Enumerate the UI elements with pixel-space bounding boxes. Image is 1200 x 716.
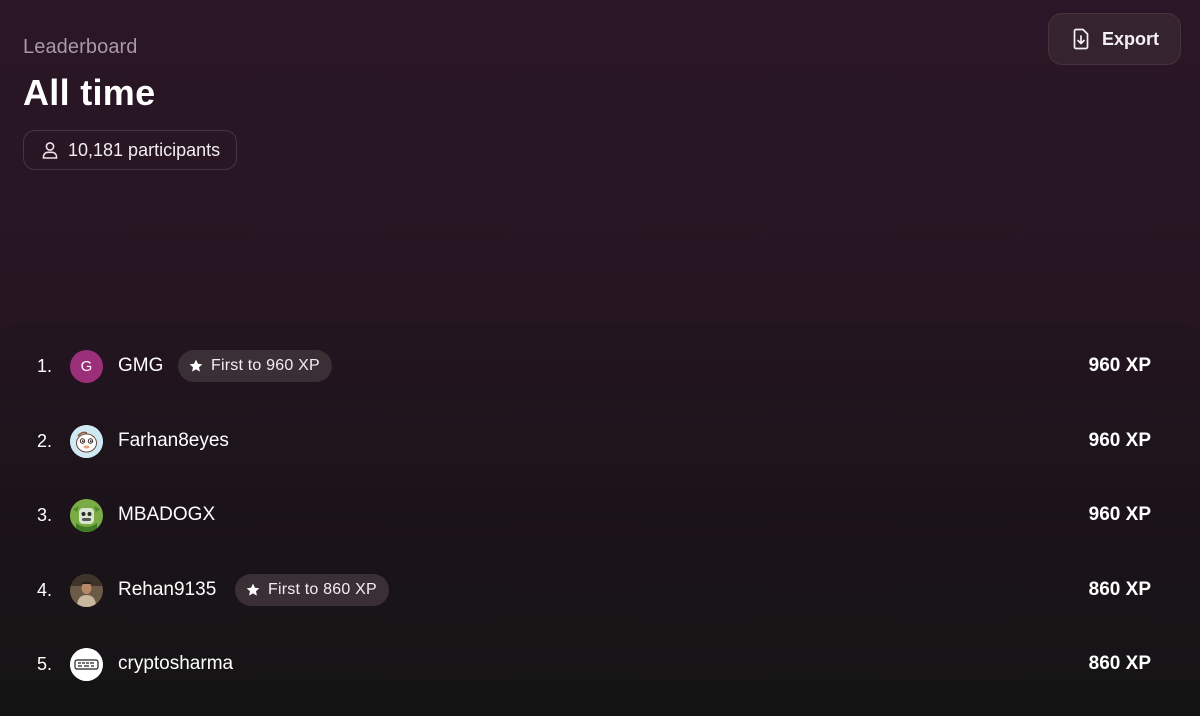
- user-icon: [40, 140, 60, 160]
- avatar: [70, 498, 103, 532]
- leaderboard-list: 1. G GMG First to 960 XP 960 XP 2. Farha…: [0, 322, 1200, 716]
- username[interactable]: GMG: [118, 355, 163, 377]
- achievement-badge: First to 860 XP: [235, 574, 389, 606]
- xp-value: 860 XP: [1088, 579, 1151, 600]
- avatar: [70, 573, 103, 607]
- page-title: All time: [23, 72, 156, 113]
- xp-value: 860 XP: [1088, 653, 1151, 674]
- file-download-icon: [1070, 28, 1092, 50]
- achievement-badge: First to 960 XP: [178, 350, 332, 382]
- leaderboard-row[interactable]: 4. Rehan9135 First to 860 XP 860 XP: [0, 553, 1200, 627]
- star-icon: [245, 582, 261, 598]
- xp-value: 960 XP: [1088, 355, 1151, 376]
- badge-label: First to 960 XP: [211, 357, 320, 374]
- leaderboard-row[interactable]: 3. MBADOGX 960 XP: [0, 478, 1200, 552]
- rank-number: 3.: [37, 504, 53, 525]
- leaderboard-row[interactable]: 2. Farhan8eyes 960 XP: [0, 404, 1200, 478]
- badge-label: First to 860 XP: [268, 581, 377, 598]
- leaderboard-row[interactable]: 5. cryptosharma 860 XP: [0, 627, 1200, 701]
- star-icon: [188, 358, 204, 374]
- page-subtitle: Leaderboard: [23, 36, 138, 58]
- export-label: Export: [1101, 28, 1159, 49]
- username[interactable]: Rehan9135: [118, 579, 216, 601]
- username[interactable]: cryptosharma: [118, 653, 233, 675]
- participants-count-pill: 10,181 participants: [23, 130, 238, 170]
- rank-number: 1.: [37, 355, 53, 376]
- rank-number: 4.: [37, 579, 53, 600]
- username[interactable]: Farhan8eyes: [118, 430, 229, 452]
- leaderboard-header: Leaderboard All time 10,181 participants…: [0, 0, 1200, 330]
- export-button[interactable]: Export: [1048, 13, 1181, 65]
- rank-number: 5.: [37, 653, 53, 674]
- xp-value: 960 XP: [1088, 504, 1151, 525]
- xp-value: 960 XP: [1088, 430, 1151, 451]
- rank-number: 2.: [37, 430, 53, 451]
- leaderboard-row[interactable]: 1. G GMG First to 960 XP 960 XP: [0, 329, 1200, 403]
- username[interactable]: MBADOGX: [118, 504, 215, 526]
- avatar: [70, 647, 103, 681]
- participants-label: 10,181 participants: [68, 139, 221, 160]
- avatar: [70, 424, 103, 458]
- avatar: G: [70, 349, 103, 383]
